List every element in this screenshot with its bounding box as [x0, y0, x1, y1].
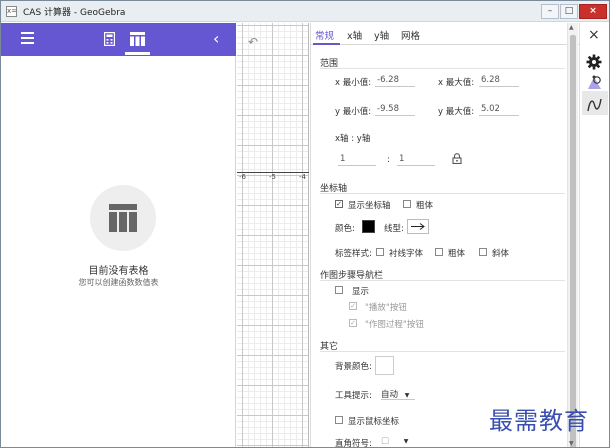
xmin-field[interactable]: -6.28 [375, 75, 415, 87]
close-window-button[interactable]: × [579, 4, 607, 19]
chevron-left-icon[interactable]: ‹ [213, 29, 219, 48]
ymin-field[interactable]: -9.58 [375, 104, 415, 116]
properties-tabs: 常规 x轴 y轴 网格 [311, 23, 579, 45]
empty-state-title: 目前没有表格 [88, 266, 149, 277]
empty-table-icon [90, 185, 156, 251]
tab-x-axis[interactable]: x轴 [347, 28, 362, 42]
ymax-label: y 最大值: [438, 107, 475, 117]
x-tick-label: -5 [269, 173, 276, 181]
right-angle-value: □ [381, 436, 390, 446]
menu-icon[interactable] [21, 32, 35, 46]
app-window: x= CAS 计算器 - GeoGebra – □ × ‹ 目前没有表格 您可以… [0, 0, 610, 448]
tab-y-axis[interactable]: y轴 [374, 28, 389, 42]
calculator-icon[interactable] [104, 32, 115, 46]
x-tick-label: -6 [239, 173, 246, 181]
watermark-text: 最需教育 [489, 407, 589, 435]
bold-axes-checkbox[interactable] [403, 200, 411, 208]
play-button-label: "播放"按钮 [365, 303, 407, 313]
tab-grid[interactable]: 网格 [401, 28, 420, 42]
x-tick-label: -4 [299, 173, 306, 181]
close-icon[interactable]: × [588, 27, 600, 43]
scroll-down-icon[interactable]: ▼ [569, 440, 574, 447]
tooltip-label: 工具提示: [335, 391, 372, 401]
dropdown-arrow-icon: ▼ [404, 392, 410, 399]
xmax-label: x 最大值: [438, 78, 475, 88]
bold-label-text: 粗体 [448, 249, 466, 259]
minimize-button[interactable]: – [541, 4, 559, 19]
properties-scrollbar[interactable]: ▲ ▼ [567, 23, 578, 447]
arrow-right-icon [411, 223, 425, 230]
bold-axes-label: 粗体 [416, 201, 434, 211]
empty-state-subtitle: 您可以创建函数数值表 [78, 278, 159, 287]
show-navbar-checkbox[interactable] [335, 286, 343, 294]
right-angle-dropdown[interactable]: □ ▼ [381, 436, 415, 447]
serif-checkbox[interactable] [376, 248, 384, 256]
italic-label: 斜体 [492, 249, 510, 259]
active-tab-underline [313, 43, 340, 45]
label-style-label: 标签样式: [335, 249, 372, 259]
ratio-x-field[interactable]: 1 [338, 154, 376, 166]
italic-checkbox[interactable] [479, 248, 487, 256]
show-navbar-label: 显示 [352, 287, 370, 297]
ratio-colon: : [387, 155, 390, 165]
view-toolbar: ‹ [1, 23, 236, 56]
active-tab-indicator [125, 52, 150, 55]
window-title: CAS 计算器 - GeoGebra [23, 8, 126, 18]
axis-color-swatch[interactable] [362, 220, 375, 233]
properties-side-toolbar: × [579, 23, 609, 447]
axis-color-label: 颜色: [335, 224, 355, 234]
right-angle-label: 直角符号: [335, 439, 372, 448]
properties-panel: 常规 x轴 y轴 网格 范围 x 最小值: -6.28 x 最大值: 6.28 … [310, 23, 579, 448]
bold-label-checkbox[interactable] [435, 248, 443, 256]
lock-icon[interactable] [452, 153, 462, 164]
show-axes-checkbox[interactable]: ✓ [335, 200, 343, 208]
tab-general[interactable]: 常规 [315, 28, 334, 42]
scroll-up-icon[interactable]: ▲ [569, 24, 574, 31]
tooltip-dropdown[interactable]: 自动 ▼ [381, 388, 415, 400]
section-divider [320, 280, 565, 281]
line-type-button[interactable] [407, 219, 429, 234]
construction-button-label: "作图过程"按钮 [365, 320, 424, 330]
background-color-label: 背景颜色: [335, 362, 372, 372]
section-divider [320, 193, 565, 194]
construction-button-checkbox[interactable]: ✓ [349, 319, 357, 327]
title-bar: x= CAS 计算器 - GeoGebra – □ × [1, 1, 609, 22]
tooltip-value: 自动 [381, 390, 399, 400]
xmax-field[interactable]: 6.28 [479, 75, 519, 87]
section-divider [320, 351, 565, 352]
scrollbar-thumb[interactable] [570, 35, 576, 447]
ymin-label: y 最小值: [335, 107, 372, 117]
dropdown-arrow-icon: ▼ [403, 438, 409, 445]
background-color-swatch[interactable] [375, 356, 394, 375]
undo-icon[interactable]: ↶ [248, 35, 258, 49]
xmin-label: x 最小值: [335, 78, 372, 88]
table-view-panel: ‹ 目前没有表格 您可以创建函数数值表 [1, 23, 236, 447]
serif-label: 衬线字体 [389, 249, 424, 259]
table-icon[interactable] [130, 32, 145, 46]
graphics-style-icon[interactable] [586, 75, 603, 91]
ratio-y-field[interactable]: 1 [397, 154, 435, 166]
graphics-view[interactable]: ↶ -6 -5 -4 [237, 23, 309, 447]
gear-icon[interactable] [586, 54, 602, 70]
section-divider [320, 68, 565, 69]
maximize-button[interactable]: □ [560, 4, 578, 19]
curve-icon[interactable] [586, 97, 603, 113]
axis-ratio-label: x轴 : y轴 [335, 134, 371, 144]
show-mouse-coords-checkbox[interactable] [335, 416, 343, 424]
play-button-checkbox[interactable]: ✓ [349, 302, 357, 310]
app-icon: x= [6, 6, 18, 17]
line-type-label: 线型: [384, 224, 404, 234]
ymax-field[interactable]: 5.02 [479, 104, 519, 116]
show-axes-label: 显示坐标轴 [348, 201, 391, 211]
show-mouse-coords-label: 显示鼠标坐标 [348, 417, 400, 427]
